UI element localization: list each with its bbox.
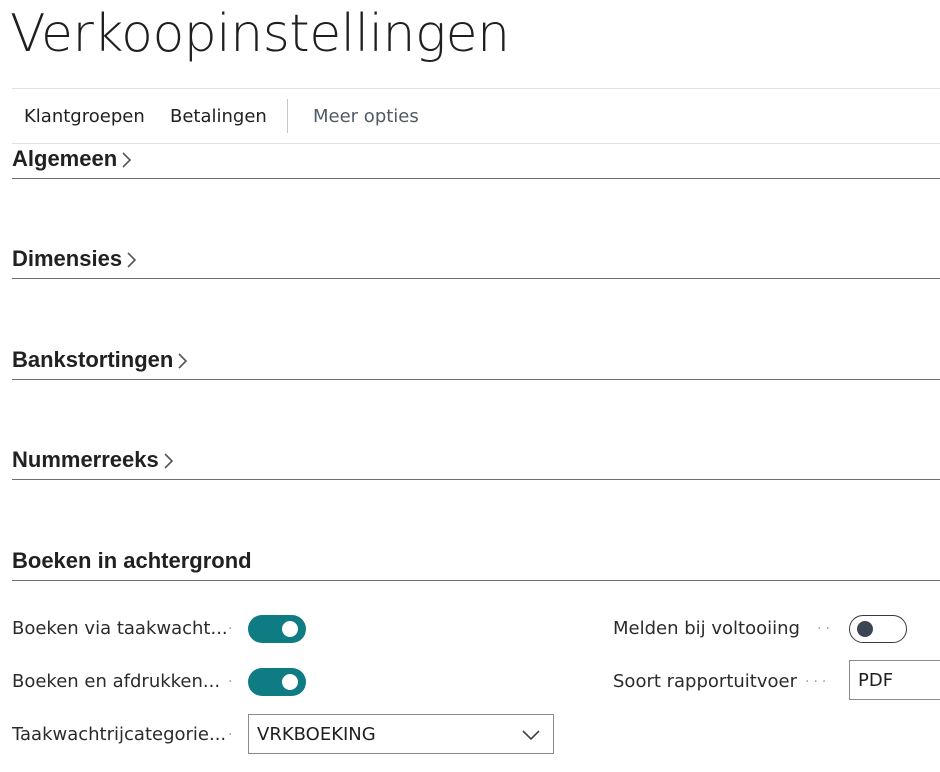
section-dimensies[interactable]: Dimensies (12, 242, 940, 279)
betalingen-action[interactable]: Betalingen (170, 89, 267, 143)
leader-dots: ·· (817, 621, 834, 637)
field-soort-rapportuitvoer: Soort rapportuitvoer ··· (613, 665, 849, 699)
chevron-right-icon (122, 152, 132, 168)
soort-rapport-value: PDF (858, 670, 894, 691)
chevron-right-icon (164, 453, 173, 469)
leader-dots: ··· (805, 674, 831, 690)
action-bar: Klantgroepen Betalingen Meer opties (12, 88, 940, 144)
melden-label: Melden bij voltooiing (613, 618, 800, 639)
section-algemeen-header: Algemeen (12, 146, 133, 172)
boeken-afdrukken-toggle[interactable] (248, 668, 306, 696)
taakwachtrij-value: VRKBOEKING (257, 724, 376, 745)
field-melden-bij-voltooiing: Melden bij voltooiing ·· (613, 612, 913, 646)
section-boeken-in-achtergrond[interactable]: Boeken in achtergrond (12, 544, 940, 581)
leader-dots: · (228, 727, 237, 743)
soort-rapport-select[interactable]: PDF (849, 660, 940, 700)
section-boeken-label: Boeken in achtergrond (12, 548, 252, 573)
section-dimensies-label: Dimensies (12, 246, 123, 271)
section-algemeen[interactable]: Algemeen (12, 142, 940, 179)
toggle-knob (282, 621, 298, 637)
chevron-down-icon (522, 730, 540, 741)
section-nummerreeks-header: Nummerreeks (12, 447, 175, 473)
section-bankstortingen[interactable]: Bankstortingen (12, 343, 940, 380)
section-bankstortingen-header: Bankstortingen (12, 347, 189, 373)
section-dimensies-header: Dimensies (12, 246, 138, 272)
klantgroepen-action[interactable]: Klantgroepen (24, 89, 145, 143)
more-options-action[interactable]: Meer opties (313, 89, 419, 143)
chevron-right-icon (178, 353, 188, 369)
leader-dots: · (228, 674, 237, 690)
toggle-knob (857, 621, 873, 637)
boeken-via-label: Boeken via taakwacht... (12, 618, 228, 639)
boeken-afdrukken-label: Boeken en afdrukken... (12, 671, 221, 692)
boeken-via-toggle[interactable] (248, 615, 306, 643)
chevron-right-icon (127, 252, 137, 268)
field-boeken-en-afdrukken: Boeken en afdrukken... · (12, 665, 312, 699)
section-algemeen-label: Algemeen (12, 146, 118, 171)
leader-dots: · (228, 621, 237, 637)
field-boeken-via-taakwachtrij: Boeken via taakwacht... · (12, 612, 312, 646)
action-divider (287, 99, 288, 133)
page-title: Verkoopinstellingen (10, 4, 510, 64)
toggle-knob (282, 674, 298, 690)
melden-toggle[interactable] (849, 615, 907, 643)
section-bankstortingen-label: Bankstortingen (12, 347, 174, 372)
taakwachtrij-label: Taakwachtrijcategorie... (12, 724, 227, 745)
section-nummerreeks-label: Nummerreeks (12, 447, 159, 472)
section-nummerreeks[interactable]: Nummerreeks (12, 443, 940, 480)
soort-rapport-label: Soort rapportuitvoer (613, 671, 797, 692)
taakwachtrij-select[interactable]: VRKBOEKING (248, 714, 554, 754)
